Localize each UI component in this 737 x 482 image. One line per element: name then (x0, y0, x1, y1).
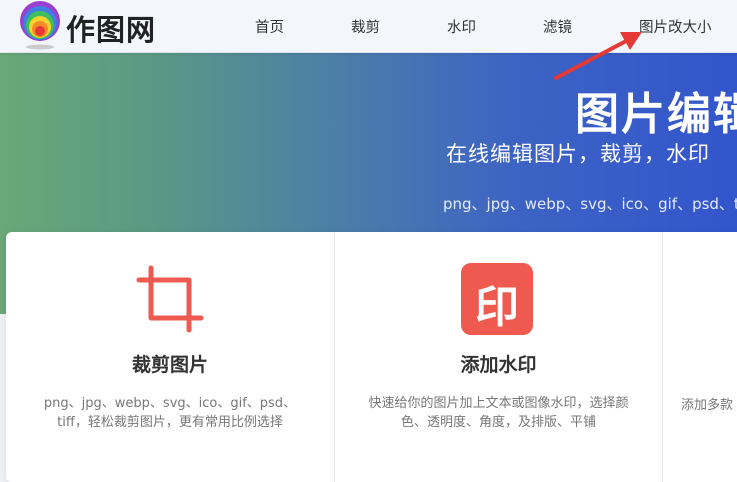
card-crop[interactable]: 裁剪图片 png、jpg、webp、svg、ico、gif、psd、tiff，轻… (6, 232, 334, 482)
nav-home[interactable]: 首页 (255, 16, 284, 37)
hero-subtitle: 在线编辑图片，裁剪，水印 (446, 142, 710, 166)
rainbow-logo-icon (20, 1, 60, 50)
crop-icon (136, 265, 204, 333)
hero-formats: png、jpg、webp、svg、ico、gif、psd、ti (443, 195, 737, 213)
nav-watermark[interactable]: 水印 (447, 16, 476, 37)
hero-title: 图片编辑 (575, 89, 737, 140)
card-more[interactable]: 添加多款 (663, 232, 737, 482)
red-pointer-arrow-icon (554, 32, 642, 80)
site-logo[interactable]: 作图网 (19, 1, 155, 51)
card-watermark[interactable]: 印 添加水印 快速给你的图片加上文本或图像水印，选择颜色、透明度、角度，及排版、… (335, 232, 662, 482)
card-watermark-description: 快速给你的图片加上文本或图像水印，选择颜色、透明度、角度，及排版、平铺 (368, 396, 629, 430)
card-watermark-title: 添加水印 (460, 354, 537, 376)
card-crop-description: png、jpg、webp、svg、ico、gif、psd、tiff，轻松裁剪图片… (43, 396, 297, 430)
tool-cards: 裁剪图片 png、jpg、webp、svg、ico、gif、psd、tiff，轻… (6, 232, 737, 482)
site-name: 作图网 (66, 13, 157, 47)
watermark-icon-glyph: 印 (475, 282, 519, 333)
card-crop-title: 裁剪图片 (131, 354, 208, 376)
watermark-icon: 印 (461, 263, 533, 335)
card-more-description: 添加多款 (681, 398, 734, 413)
nav-crop[interactable]: 裁剪 (351, 16, 380, 37)
